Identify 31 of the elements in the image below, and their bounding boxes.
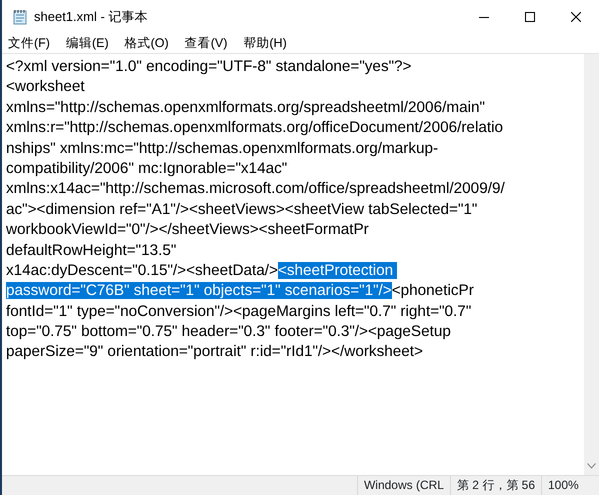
- menu-item[interactable]: 查看(V): [176, 33, 236, 53]
- text-line: <worksheet: [6, 78, 85, 96]
- window-title: sheet1.xml - 记事本: [34, 8, 148, 26]
- menu-item[interactable]: 编辑(E): [58, 33, 117, 53]
- text-line: xmlns:r="http://schemas.openxmlformats.org/officeDocument/2006/relatio: [6, 119, 503, 136]
- text-line: nships" xmlns:mc="http://schemas.openxmlformats.org/markup-: [6, 140, 438, 157]
- text-line: top="0.75" bottom="0.75" header="0.3" footer="0.3"/><pageSetup: [6, 323, 451, 340]
- close-icon: [571, 12, 581, 22]
- status-text: 第 2 行，第 56: [450, 476, 541, 495]
- menu-item[interactable]: 帮助(H): [235, 33, 295, 53]
- text-line: x14ac:dyDescent="0.15"/><sheetData/>: [6, 262, 278, 279]
- scrollbar[interactable]: [584, 54, 599, 475]
- text-line: xmlns="http://schemas.openxmlformats.org/spreadsheetml/2006/main": [6, 98, 485, 116]
- text-line: xmlns:x14ac="http://schemas.microsoft.com/office/spreadsheetml/2009/9/: [6, 180, 505, 198]
- menu-item[interactable]: 格式(O): [116, 33, 177, 53]
- notepad-icon: [12, 8, 28, 24]
- selected-text: <sheetProtection: [278, 262, 398, 279]
- text-line: <phoneticPr: [392, 282, 474, 300]
- status-text: 100%: [541, 476, 599, 495]
- text-line: workbookViewId="0"/></sheetViews><sheetFormatPr: [6, 221, 369, 238]
- maximize-icon: [525, 12, 535, 22]
- selected-text: password="C76B" sheet="1" objects="1" scenarios="1"/>: [6, 282, 392, 300]
- text-line: fontId="1" type="noConversion"/><pageMargins left="0.7" right="0.7": [6, 302, 472, 320]
- text-line: defaultRowHeight="13.5": [6, 242, 176, 259]
- text-line: ac"><dimension ref="A1"/><sheetViews><sheetView tabSelected="1": [6, 200, 478, 218]
- text-line: compatibility/2006" mc:Ignorable="x14ac": [6, 160, 288, 177]
- status-text: Windows (CRL: [356, 476, 450, 495]
- text-line: paperSize="9" orientation="portrait" r:id="rId1"/></worksheet>: [6, 343, 423, 360]
- menu-item[interactable]: 文件(F): [2, 33, 58, 53]
- scroll-down-icon: [587, 463, 596, 469]
- text-line: <?xml version="1.0" encoding="UTF-8" standalone="yes"?>: [6, 58, 412, 75]
